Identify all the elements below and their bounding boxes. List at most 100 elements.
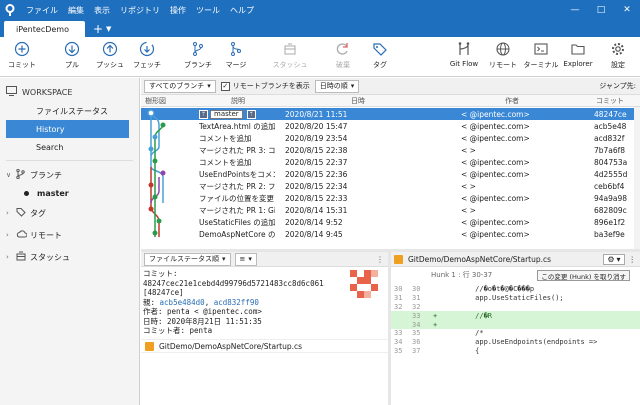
checkbox-checked-icon: ✓	[220, 81, 230, 91]
line-number: 31	[394, 294, 403, 303]
chevron-down-icon: ▾	[616, 255, 621, 264]
sidebar-section-tags[interactable]: › タグ	[0, 203, 139, 223]
diff-line[interactable]: 34 36 app.UseEndpoints(endpoints =>	[391, 338, 640, 347]
sidebar-item-file-status[interactable]: ファイルステータス	[0, 102, 139, 120]
tag-icon	[371, 40, 389, 58]
sidebar-section-branches[interactable]: ∨ ブランチ	[0, 165, 139, 185]
window-controls: — □ ✕	[562, 0, 640, 20]
commit-hash: 48247cec21e1cebd4d99796d5721483cc8d6c061	[143, 278, 324, 288]
sidebar-item-history[interactable]: History	[6, 120, 129, 138]
commit-list: ᛘ master ᛘ 2020/8/21 11:51 < @ipentec.com> 48…	[141, 107, 640, 249]
diff-line[interactable]: 30 30 //�o�t�@�C���p	[391, 285, 640, 294]
table-row[interactable]: UseStaticFiles の追加 2020/8/14 9:52 < @ipent…	[141, 216, 640, 228]
menu-file[interactable]: ファイル	[26, 5, 58, 16]
diff-line[interactable]: 31 31 app.UseStaticFiles();	[391, 294, 640, 303]
table-row[interactable]: ᛘ master ᛘ 2020/8/21 11:51 < @ipentec.com> 48…	[141, 108, 640, 120]
sidebar-item-search[interactable]: Search	[0, 138, 139, 156]
tab-menu-chevron-icon[interactable]: ▼	[106, 21, 111, 37]
table-row[interactable]: マージされた PR 1: GitDe2020/8/14 15:31< >6828…	[141, 204, 640, 216]
table-row[interactable]: マージされた PR 3: コメント2020/8/15 22:38< >7b7a6…	[141, 144, 640, 156]
commit-date: 2020/8/15 22:33	[285, 193, 348, 203]
tab-repository[interactable]: iPentecDemo	[4, 21, 85, 37]
diff-line-added[interactable]: 33 + //�R	[391, 311, 640, 321]
line-number: 31	[412, 294, 421, 303]
sidebar-section-remotes[interactable]: › リモート	[0, 225, 139, 245]
discard-hunk-button[interactable]: この変更 (Hunk) を取り消す	[537, 270, 630, 281]
branch-label-master[interactable]: master	[210, 109, 243, 119]
commit-description: UseEndPointsをコメント	[199, 169, 275, 179]
git-flow-button[interactable]: Git Flow	[442, 40, 486, 68]
diff-line[interactable]: 33 35 /*	[391, 329, 640, 338]
stash-icon	[281, 40, 299, 58]
menu-edit[interactable]: 編集	[68, 5, 84, 16]
more-options-icon[interactable]: ⋮	[376, 255, 384, 264]
commit-author: < >	[461, 205, 476, 215]
diff-options-button[interactable]: ⚙ ▾	[603, 254, 625, 265]
table-row[interactable]: コメントを追加 2020/8/19 23:54 < @ipentec.com> acd…	[141, 132, 640, 144]
table-row[interactable]: マージされた PR 2: ファイル2020/8/15 22:34< >ceb6b…	[141, 180, 640, 192]
changed-file-row[interactable]: GitDemo/DemoAspNetCore/Startup.cs	[141, 339, 388, 353]
commit-short-hash: [48247ce]	[143, 288, 184, 297]
order-dropdown[interactable]: 日時の順 ▾	[314, 79, 360, 93]
branches-dropdown[interactable]: すべてのブランチ ▾	[144, 79, 216, 93]
table-row[interactable]: DemoAspNetCore の追加 2020/8/14 9:45 < @ipent…	[141, 228, 640, 240]
file-status-order-dropdown[interactable]: ファイルステータス順 ▾	[144, 252, 231, 266]
diff-code: app.UseEndpoints(endpoints =>	[433, 338, 598, 347]
new-tab-icon[interactable]: +	[93, 21, 103, 37]
toolbar: コミット プル プッシュ フェッチ ブランチ マージ スタッシュ 破棄 タグ G…	[0, 37, 640, 77]
settings-button[interactable]: 設定	[596, 40, 640, 70]
branch-item-master[interactable]: master	[0, 185, 139, 201]
diff-line[interactable]: 35 37 {	[391, 347, 640, 356]
table-row[interactable]: TextArea.html の追加 2020/8/20 15:47 < @ipent…	[141, 120, 640, 132]
table-row[interactable]: ファイルの位置を変更 2020/8/15 22:33 < @ipentec.com>…	[141, 192, 640, 204]
commit-author: < @ipentec.com>	[461, 121, 530, 131]
commit-description: TextArea.html の追加	[199, 121, 275, 131]
diff-line-added[interactable]: 34 +	[391, 320, 640, 329]
branch-tag-icon: ᛘ	[199, 109, 208, 119]
sidebar-section-stash[interactable]: › スタッシュ	[0, 247, 139, 267]
col-author[interactable]: 作者	[505, 96, 519, 106]
parent-link-1[interactable]: acb5e484d0	[160, 298, 205, 307]
col-graph[interactable]: 樹形図	[145, 96, 166, 106]
merge-button[interactable]: マージ	[214, 40, 258, 70]
maximize-icon[interactable]: □	[588, 0, 614, 20]
close-icon[interactable]: ✕	[614, 0, 640, 20]
col-commit[interactable]: コミット	[596, 96, 624, 106]
list-icon: ≡	[239, 255, 246, 263]
col-description[interactable]: 説明	[231, 96, 245, 106]
table-row[interactable]: UseEndPointsをコメント 2020/8/15 22:36 < @ipent…	[141, 168, 640, 180]
show-remote-branches-checkbox[interactable]: ✓ リモートブランチを表示	[220, 81, 310, 91]
stash-icon	[16, 251, 30, 264]
menu-repository[interactable]: リポジトリ	[120, 5, 160, 16]
commit-button[interactable]: コミット	[0, 40, 44, 70]
menu-view[interactable]: 表示	[94, 5, 110, 16]
menu-tools[interactable]: ツール	[196, 5, 220, 16]
minimize-icon[interactable]: —	[562, 0, 588, 20]
commit-list-scrollbar[interactable]	[634, 107, 640, 249]
tag-button[interactable]: タグ	[358, 40, 402, 70]
chevron-right-icon: ›	[6, 253, 9, 261]
line-number: 32	[412, 302, 421, 311]
view-mode-dropdown[interactable]: ≡ ▾	[234, 252, 257, 266]
commit-plus-icon	[13, 40, 31, 58]
table-row[interactable]: コメントを追加 2020/8/15 22:37 < @ipentec.com> 804…	[141, 156, 640, 168]
fetch-button[interactable]: フェッチ	[125, 40, 169, 70]
diff-line[interactable]: 32 32	[391, 303, 640, 312]
col-date[interactable]: 日時	[351, 96, 365, 106]
modified-file-icon	[394, 254, 403, 264]
menu-actions[interactable]: 操作	[170, 5, 186, 16]
more-options-icon[interactable]: ⋮	[629, 255, 637, 264]
commit-date: 2020/8/20 15:47	[285, 121, 348, 131]
monitor-icon	[6, 86, 22, 98]
commit-details: コミット: 48247cec21e1cebd4d99796d5721483cc8…	[143, 269, 383, 336]
stash-button[interactable]: スタッシュ	[268, 40, 312, 70]
gear-icon	[609, 40, 627, 58]
chevron-down-icon: ▾	[350, 82, 355, 90]
menu-help[interactable]: ヘルプ	[230, 5, 254, 16]
parent-link-2[interactable]: acd832ff90	[214, 298, 259, 307]
explorer-button[interactable]: Explorer	[556, 40, 600, 68]
commit-description: UseStaticFiles の追加	[199, 217, 275, 227]
line-number: 36	[412, 338, 421, 347]
chevron-right-icon: ›	[6, 231, 9, 239]
cloud-icon	[16, 229, 30, 241]
